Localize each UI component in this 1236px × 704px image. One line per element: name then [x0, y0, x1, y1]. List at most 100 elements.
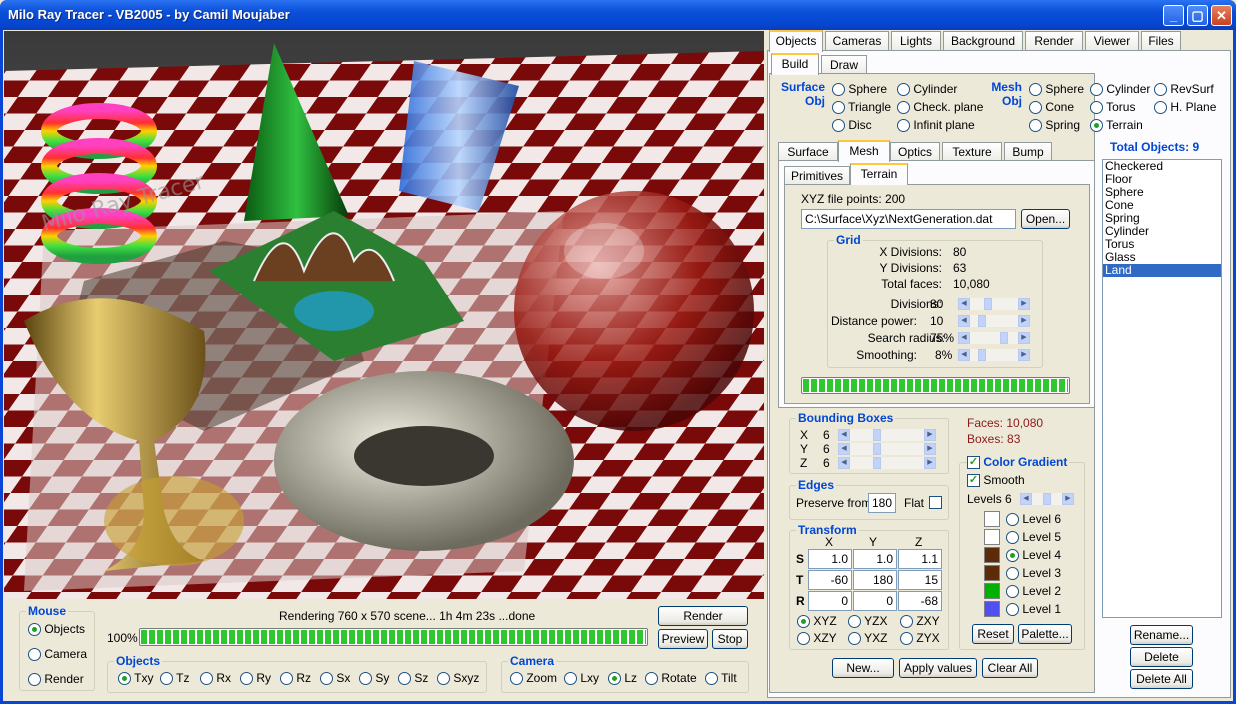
radio-icon[interactable] — [705, 672, 718, 686]
radio-icon[interactable] — [240, 672, 253, 686]
level3-color-swatch[interactable] — [984, 565, 1000, 581]
list-item-selected[interactable]: Land — [1103, 264, 1221, 277]
objects-option-ry[interactable]: Ry — [240, 671, 271, 686]
objects-option-sxyz[interactable]: Sxyz — [437, 671, 479, 686]
slider-left-arrow-icon[interactable]: ◀ — [958, 315, 970, 327]
slider-thumb[interactable] — [978, 349, 986, 361]
radio-icon[interactable] — [900, 615, 913, 629]
slider-left-arrow-icon[interactable]: ◀ — [1020, 493, 1032, 505]
reset-button[interactable]: Reset — [972, 624, 1014, 644]
divisions-slider[interactable]: ◀ ▶ — [958, 298, 1030, 310]
radio-icon[interactable] — [359, 672, 372, 686]
radio-icon[interactable] — [1154, 101, 1167, 115]
render-viewport[interactable]: Milo Ray Tracer — [4, 31, 764, 599]
order-yxz-option[interactable]: YXZ — [848, 631, 887, 646]
mesh-cylinder-option[interactable]: Cylinder — [1090, 82, 1150, 97]
surface-cylinder-option[interactable]: Cylinder — [897, 82, 957, 97]
objects-option-sy[interactable]: Sy — [359, 671, 389, 686]
bbox-z-slider[interactable]: ◀ ▶ — [838, 457, 936, 469]
tab-surface[interactable]: Surface — [778, 142, 838, 162]
radio-icon[interactable] — [28, 673, 41, 687]
radio-icon[interactable] — [645, 672, 658, 686]
level6-option[interactable]: Level 6 — [1006, 512, 1061, 527]
apply-values-button[interactable]: Apply values — [899, 658, 977, 678]
slider-right-arrow-icon[interactable]: ▶ — [1018, 315, 1030, 327]
order-xyz-option[interactable]: XYZ — [797, 614, 837, 629]
tab-cameras[interactable]: Cameras — [825, 31, 889, 51]
radio-icon[interactable] — [280, 672, 293, 686]
levels-slider[interactable]: ◀ ▶ — [1020, 493, 1074, 505]
slider-right-arrow-icon[interactable]: ▶ — [1018, 332, 1030, 344]
radio-icon[interactable] — [1006, 585, 1019, 599]
level3-option[interactable]: Level 3 — [1006, 566, 1061, 581]
tab-files[interactable]: Files — [1141, 31, 1181, 51]
mesh-revsurf-option[interactable]: RevSurf — [1154, 82, 1214, 97]
radio-icon[interactable] — [797, 615, 810, 629]
radio-icon[interactable] — [28, 623, 41, 637]
mesh-hplane-option[interactable]: H. Plane — [1154, 100, 1216, 115]
slider-right-arrow-icon[interactable]: ▶ — [1062, 493, 1074, 505]
order-yzx-option[interactable]: YZX — [848, 614, 887, 629]
bbox-x-slider[interactable]: ◀ ▶ — [838, 429, 936, 441]
radio-icon[interactable] — [1006, 531, 1019, 545]
level4-option[interactable]: Level 4 — [1006, 548, 1061, 563]
mouse-option-objects[interactable]: Objects — [28, 622, 85, 637]
radio-icon[interactable] — [28, 648, 41, 662]
slider-thumb[interactable] — [1000, 332, 1008, 344]
slider-left-arrow-icon[interactable]: ◀ — [958, 298, 970, 310]
radio-icon[interactable] — [848, 615, 861, 629]
radio-icon[interactable] — [608, 672, 621, 686]
tab-terrain[interactable]: Terrain — [850, 163, 908, 185]
rename-button[interactable]: Rename... — [1130, 625, 1193, 645]
radio-icon[interactable] — [398, 672, 411, 686]
tab-bump[interactable]: Bump — [1004, 142, 1052, 162]
objects-option-sx[interactable]: Sx — [320, 671, 350, 686]
mesh-cone-option[interactable]: Cone — [1029, 100, 1074, 115]
new-button[interactable]: New... — [832, 658, 894, 678]
tab-objects[interactable]: Objects — [769, 30, 823, 52]
radio-icon[interactable] — [1090, 119, 1103, 133]
mesh-terrain-option[interactable]: Terrain — [1090, 118, 1143, 133]
surface-sphere-option[interactable]: Sphere — [832, 82, 887, 97]
tab-build[interactable]: Build — [771, 53, 819, 75]
camera-option-tilt[interactable]: Tilt — [705, 671, 737, 686]
flat-checkbox[interactable] — [929, 496, 942, 509]
slider-left-arrow-icon[interactable]: ◀ — [838, 443, 850, 455]
radio-icon[interactable] — [437, 672, 450, 686]
slider-track[interactable] — [850, 429, 924, 441]
radio-icon[interactable] — [200, 672, 213, 686]
tab-lights[interactable]: Lights — [891, 31, 941, 51]
open-button[interactable]: Open... — [1021, 209, 1070, 229]
tab-background[interactable]: Background — [943, 31, 1023, 51]
slider-right-arrow-icon[interactable]: ▶ — [1018, 298, 1030, 310]
radio-icon[interactable] — [848, 632, 861, 646]
camera-option-rotate[interactable]: Rotate — [645, 671, 697, 686]
rotate-y-input[interactable]: 0 — [853, 591, 897, 611]
surface-disc-option[interactable]: Disc — [832, 118, 872, 133]
order-zyx-option[interactable]: ZYX — [900, 631, 940, 646]
radio-icon[interactable] — [897, 83, 910, 97]
slider-thumb[interactable] — [873, 443, 881, 455]
objects-option-rz[interactable]: Rz — [280, 671, 311, 686]
camera-option-lxy[interactable]: Lxy — [564, 671, 599, 686]
slider-left-arrow-icon[interactable]: ◀ — [838, 457, 850, 469]
scale-x-input[interactable]: 1.0 — [808, 549, 852, 569]
radio-icon[interactable] — [897, 101, 910, 115]
rotate-z-input[interactable]: -68 — [898, 591, 942, 611]
tab-viewer[interactable]: Viewer — [1085, 31, 1139, 51]
tab-mesh[interactable]: Mesh — [838, 140, 890, 162]
slider-left-arrow-icon[interactable]: ◀ — [958, 332, 970, 344]
slider-track[interactable] — [970, 298, 1018, 310]
delete-all-button[interactable]: Delete All — [1130, 669, 1193, 689]
slider-thumb[interactable] — [873, 457, 881, 469]
level2-color-swatch[interactable] — [984, 583, 1000, 599]
tab-render[interactable]: Render — [1025, 31, 1083, 51]
radio-icon[interactable] — [897, 119, 910, 133]
scale-y-input[interactable]: 1.0 — [853, 549, 897, 569]
objects-option-tz[interactable]: Tz — [160, 671, 189, 686]
order-zxy-option[interactable]: ZXY — [900, 614, 940, 629]
slider-thumb[interactable] — [984, 298, 992, 310]
tab-texture[interactable]: Texture — [942, 142, 1002, 162]
radio-icon[interactable] — [118, 672, 131, 686]
smoothing-slider[interactable]: ◀ ▶ — [958, 349, 1030, 361]
